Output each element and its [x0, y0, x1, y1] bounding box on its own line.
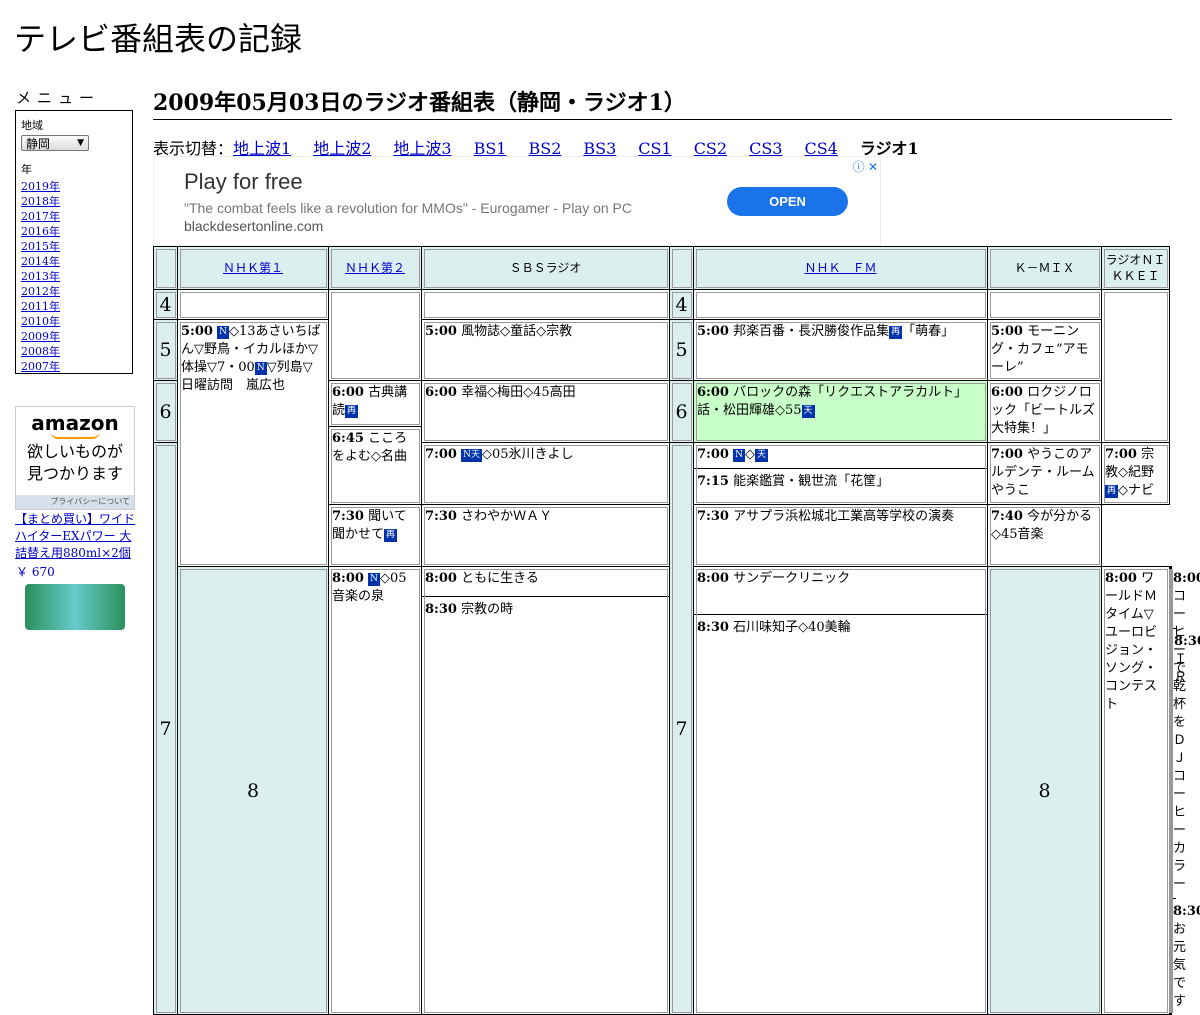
program-cell[interactable]: 6:00 古典講読再 [328, 380, 422, 427]
program-cell[interactable]: 8:00 ともに生きる 8:30 宗教の時 [421, 566, 670, 1015]
news-badge-icon: N [368, 573, 380, 586]
channel-link[interactable]: ＮＨＫ ＦＭ [804, 261, 876, 275]
program-cell [693, 289, 988, 320]
rerun-badge-icon: 再 [384, 529, 398, 542]
ad-domain: blackdesertonline.com [184, 218, 324, 234]
hour-cell: 8 [177, 566, 329, 1015]
program-cell[interactable]: 5:00 モーニング・カフェ“アモーレ” [987, 319, 1102, 381]
region-select[interactable]: 静岡 ▼ [21, 135, 89, 151]
product-image[interactable] [25, 584, 125, 630]
program-cell [328, 289, 422, 381]
menu-title: メニュー [16, 89, 101, 107]
ad-headline: Play for free [184, 169, 303, 194]
program-cell[interactable]: 8:00 サンデークリニック 8:30 石川味知子◇40美輪 [693, 566, 988, 1015]
year-link[interactable]: 2018年 [21, 195, 60, 208]
product-link[interactable]: 【まとめ買い】ワイドハイターEXパワー 大詰替え用880ml×2個 [15, 511, 140, 562]
year-link[interactable]: 2013年 [21, 270, 60, 283]
amazon-logo: amazon [31, 411, 119, 435]
program-cell[interactable]: 6:00 幸福◇梅田◇45高田 [421, 380, 670, 443]
program-cell[interactable]: 8:00 ワールドＭタイム▽ユーロビジョン・ソング・コンテスト [1101, 566, 1170, 1015]
channel-header: ＳＢＳラジオ [421, 246, 670, 290]
hour-cell: 5 [153, 319, 178, 381]
news-badge-icon: N [733, 449, 745, 462]
program-cell[interactable]: 8:00 N ◇05音楽の泉 [328, 566, 422, 1015]
year-link[interactable]: 2011年 [21, 300, 60, 313]
channel-header: ラジオＮＩＫＫＥＩ [1101, 246, 1170, 290]
news-badge-icon: N [254, 362, 267, 375]
weather-badge-icon: 天 [754, 449, 768, 462]
amazon-copy-1: 欲しいものが [26, 442, 123, 461]
year-label: 年 [21, 163, 32, 176]
corner-cell [153, 246, 178, 290]
program-cell[interactable]: 7:00 宗教◇紀野再 ◇ナビ [1101, 442, 1170, 505]
program-cell[interactable]: 5:00 邦楽百番・長沢勝俊作品集再「萌春」 [693, 319, 988, 381]
channel-header: ＮＨＫ第１ [177, 246, 329, 290]
year-link[interactable]: 2008年 [21, 345, 60, 358]
rerun-badge-icon: 再 [889, 326, 903, 339]
hour-cell: 5 [669, 319, 694, 381]
ad-quote: "The combat feels like a revolution for … [184, 200, 632, 216]
ad-close-icon[interactable]: ⓘ ✕ [853, 158, 878, 175]
program-cell[interactable]: 7:30 さわやかＷＡＹ [421, 504, 670, 567]
amazon-copy-2: 見つかります [26, 464, 123, 483]
region-value: 静岡 [26, 136, 51, 151]
program-cell[interactable]: 7:00 N ◇ 天 7:15 能楽鑑賞・観世流「花筐」 [693, 442, 988, 505]
hour-cell: 6 [153, 380, 178, 443]
hour-cell: 4 [153, 289, 178, 320]
program-cell[interactable]: 7:40 今が分かる◇45音楽 [987, 504, 1102, 567]
program-cell[interactable]: 7:00 やうこのアルデンテ・ルームやうこ [987, 442, 1102, 505]
program-cell[interactable]: 7:00 N天 ◇05氷川きよし [421, 442, 670, 505]
year-link[interactable]: 2016年 [21, 225, 60, 238]
channel-link[interactable]: ＮＨＫ第１ [223, 261, 283, 275]
hour-cell: 7 [153, 442, 178, 1015]
program-cell[interactable]: 7:30 アサプラ浜松城北工業高等学校の演奏 [693, 504, 988, 567]
channel-header: ＮＨＫ第２ [328, 246, 422, 290]
hour-cell: 7 [669, 442, 694, 1015]
channel-header: Ｋ－ＭＩＸ [987, 246, 1102, 290]
year-link[interactable]: 2017年 [21, 210, 60, 223]
year-link[interactable]: 2007年 [21, 360, 60, 373]
program-cell[interactable]: 6:00 ロクジノロック「ビートルズ大特集！」 [987, 380, 1102, 443]
hour-cell: 6 [669, 380, 694, 443]
hour-cell: 8 [987, 566, 1102, 1015]
chevron-down-icon: ▼ [77, 138, 84, 148]
program-cell[interactable]: 7:30 聞いて聞かせて再 [328, 504, 422, 567]
news-badge-icon: N [217, 326, 229, 339]
hour-cell: 4 [669, 289, 694, 320]
page-title: 2009年05月03日のラジオ番組表（静岡・ラジオ1） [153, 85, 1172, 120]
year-link[interactable]: 2010年 [21, 315, 60, 328]
program-cell-current[interactable]: 6:00 バロックの森「リクエストアラカルト」話・松田輝雄◇55 天 [693, 380, 988, 443]
year-list: 2019年 2018年 2017年 2016年 2015年 2014年 2013… [21, 179, 127, 374]
year-link[interactable]: 2014年 [21, 255, 60, 268]
program-cell[interactable]: 5:00 N ◇13あさいちばん▽野鳥・イカルほか▽体操▽7・00 N ▽列島▽日曜訪… [177, 319, 329, 567]
banner-ad[interactable]: ⓘ ✕ Play for free "The combat feels like… [153, 156, 881, 246]
program-cell [177, 289, 329, 320]
menu-box: 地域 静岡 ▼ 年 2019年 2018年 2017年 2016年 2015年 … [15, 110, 133, 374]
program-cell[interactable]: 6:45 こころをよむ◇名曲 [328, 426, 422, 505]
channel-link[interactable]: ＮＨＫ第２ [345, 261, 405, 275]
site-title: テレビ番組表の記録 [14, 20, 303, 58]
corner-cell [669, 246, 694, 290]
year-link[interactable]: 2019年 [21, 180, 60, 193]
program-cell [1101, 289, 1170, 443]
product-price: ￥ 670 [16, 565, 55, 579]
region-label: 地域 [21, 119, 43, 132]
schedule-table: ＮＨＫ第１ ＮＨＫ第２ ＳＢＳラジオ ＮＨＫ ＦＭ Ｋ－ＭＩＸ ラジオＮＩＫＫＥ… [153, 246, 1200, 1015]
program-cell [421, 289, 670, 320]
amazon-ad[interactable]: amazon 欲しいものが 見つかります プライバシーについて [15, 406, 135, 510]
privacy-link[interactable]: プライバシーについて [16, 495, 134, 509]
rerun-badge-icon: 再 [345, 405, 359, 418]
program-cell[interactable]: 5:00 風物誌◇童話◇宗教 [421, 319, 670, 381]
channel-header: ＮＨＫ ＦＭ [693, 246, 988, 290]
program-cell[interactable]: 8:30 ＩＲ [1170, 566, 1200, 1015]
weather-badge-icon: 天 [801, 405, 815, 418]
year-link[interactable]: 2015年 [21, 240, 60, 253]
ad-open-button[interactable]: OPEN [727, 187, 848, 216]
rerun-badge-icon: 再 [1105, 485, 1119, 498]
year-link[interactable]: 2012年 [21, 285, 60, 298]
program-cell [987, 289, 1102, 320]
year-link[interactable]: 2009年 [21, 330, 60, 343]
news-weather-badge-icon: N天 [461, 449, 482, 462]
